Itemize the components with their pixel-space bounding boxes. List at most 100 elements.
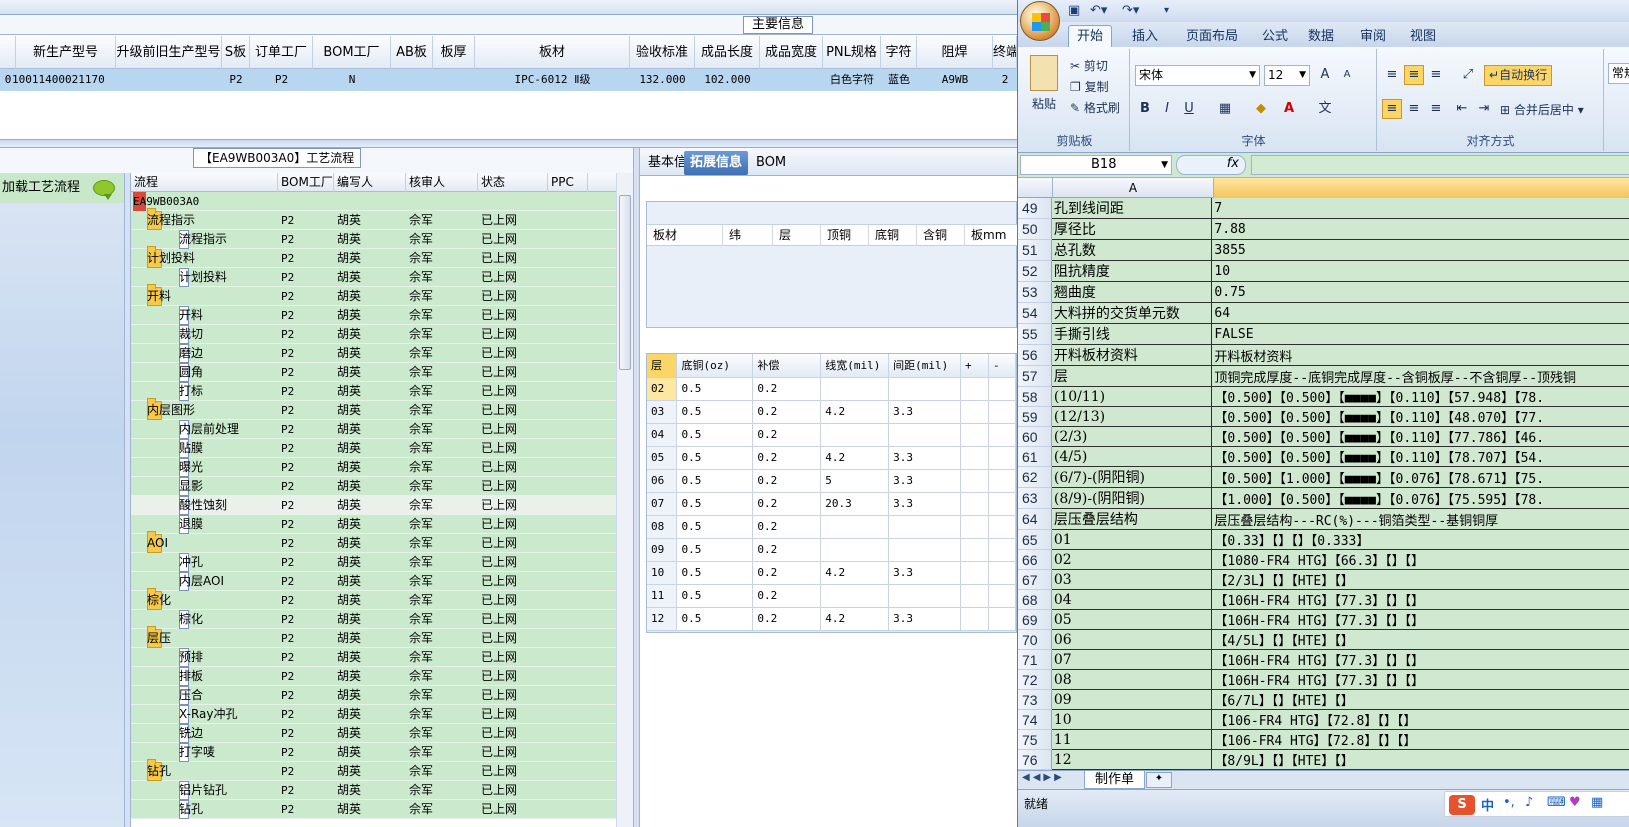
layer-col-header[interactable]: + xyxy=(960,354,989,378)
material-col-header[interactable]: 底铜 xyxy=(869,225,917,246)
row-number[interactable]: 57 xyxy=(1018,365,1052,387)
row-number[interactable]: 62 xyxy=(1018,466,1052,488)
layer-cell[interactable] xyxy=(988,423,1017,447)
tree-item-row[interactable]: 内层前处理 P2 胡英 佘军 已上网 xyxy=(131,420,616,439)
tree-group-row[interactable]: −内层图形P2胡英佘军已上网 xyxy=(131,398,616,420)
layer-cell[interactable]: 0.5 xyxy=(676,515,754,539)
material-col-header[interactable]: 纬 xyxy=(723,225,773,246)
border-icon[interactable]: ▦ xyxy=(1215,99,1235,119)
cell-b[interactable]: 0.75 xyxy=(1211,281,1629,303)
row-number[interactable]: 73 xyxy=(1018,689,1052,710)
fill-color-icon[interactable]: ◆ xyxy=(1251,99,1271,119)
layer-cell[interactable]: 10 xyxy=(647,561,678,585)
cell-b[interactable]: 【0.500】【0.500】【■■■■】【0.110】【48.070】【77. xyxy=(1211,406,1629,427)
cell-a[interactable]: 手撕引线 xyxy=(1051,323,1213,345)
layer-cell[interactable] xyxy=(820,584,890,608)
cell-a[interactable]: 总孔数 xyxy=(1051,239,1213,261)
layer-cell[interactable] xyxy=(888,423,962,447)
cell-a[interactable]: 层 xyxy=(1051,365,1213,387)
cell-a[interactable]: 04 xyxy=(1051,589,1213,610)
layer-cell[interactable]: 0.5 xyxy=(676,377,754,401)
main-col-header[interactable]: 字符 xyxy=(881,36,917,69)
merge-center-button[interactable]: ⊞ 合并后居中 ▾ xyxy=(1500,101,1584,118)
cell-b[interactable]: 【106-FR4 HTG】【72.8】【】【】 xyxy=(1211,709,1629,730)
cell-a[interactable]: (4/5) xyxy=(1051,446,1213,467)
align-middle-icon[interactable]: ≡ xyxy=(1404,65,1424,85)
align-center-icon[interactable]: ≡ xyxy=(1404,99,1424,119)
align-top-icon[interactable]: ≡ xyxy=(1382,65,1402,85)
row-number[interactable]: 67 xyxy=(1018,569,1052,590)
layer-row[interactable]: 09 0.5 0.2 xyxy=(647,538,1017,562)
scrollbar-thumb[interactable] xyxy=(619,195,631,370)
cell-b[interactable]: 【4/5L】【】【HTE】【】 xyxy=(1211,629,1629,650)
italic-icon[interactable]: I xyxy=(1157,99,1177,119)
layer-cell[interactable]: 03 xyxy=(647,400,678,424)
quick-access-menu-icon[interactable]: ▾ xyxy=(1164,5,1169,16)
main-row-cell[interactable]: 132.000 xyxy=(630,69,695,91)
cell-b[interactable]: 【0.500】【1.000】【■■■■】【0.076】【78.671】【75. xyxy=(1211,466,1629,488)
layer-cell[interactable] xyxy=(988,400,1017,424)
ribbon-tab[interactable]: 审阅 xyxy=(1352,26,1394,47)
orientation-icon[interactable]: ⤢ xyxy=(1458,65,1478,85)
main-row-cell[interactable]: 10011400021170 xyxy=(12,69,122,91)
layer-cell[interactable]: 4.2 xyxy=(820,400,890,424)
layer-cell[interactable]: 3.3 xyxy=(888,492,962,516)
row-number[interactable]: 64 xyxy=(1018,508,1052,530)
main-col-header-blank[interactable] xyxy=(0,36,16,69)
horizontal-splitter[interactable] xyxy=(0,139,1017,148)
layer-row[interactable]: 12 0.5 0.2 4.2 3.3 xyxy=(647,607,1017,631)
row-number[interactable]: 66 xyxy=(1018,549,1052,570)
punctuation-icon[interactable]: •, xyxy=(1503,795,1515,810)
tree-item-row[interactable]: 开料 P2 胡英 佘军 已上网 xyxy=(131,306,616,325)
ribbon-tab[interactable]: 数据 xyxy=(1300,26,1342,47)
cell-a[interactable]: (12/13) xyxy=(1051,406,1213,427)
layer-col-header[interactable]: 底铜(oz) xyxy=(676,354,754,378)
layer-cell[interactable]: 05 xyxy=(647,446,678,470)
main-col-header[interactable]: PNL规格 xyxy=(823,36,881,69)
tree-item-row[interactable]: 酸性蚀刻 P2 胡英 佘军 已上网 xyxy=(131,496,616,515)
cell-a[interactable]: 11 xyxy=(1051,729,1213,750)
main-row-cell[interactable]: 白色字符 xyxy=(823,69,881,91)
tab-bom[interactable]: BOM xyxy=(750,151,792,175)
tree-col-header[interactable]: BOM工厂 xyxy=(278,173,334,192)
row-number[interactable]: 61 xyxy=(1018,446,1052,467)
cell-b[interactable]: FALSE xyxy=(1211,323,1629,345)
layer-row[interactable]: 11 0.5 0.2 xyxy=(647,584,1017,608)
increase-indent-icon[interactable]: ⇥ xyxy=(1474,99,1494,119)
tree-item-row[interactable]: 钻孔 P2 胡英 佘军 已上网 xyxy=(131,800,616,819)
layer-row[interactable]: 04 0.5 0.2 xyxy=(647,423,1017,447)
tree-item-row[interactable]: 贴膜 P2 胡英 佘军 已上网 xyxy=(131,439,616,458)
layer-cell[interactable]: 0.5 xyxy=(676,492,754,516)
tree-item-row[interactable]: 预排 P2 胡英 佘军 已上网 xyxy=(131,648,616,667)
paste-icon[interactable] xyxy=(1030,55,1058,91)
cell-b[interactable]: 【106H-FR4 HTG】【77.3】【】【】 xyxy=(1211,609,1629,630)
column-header-b-selected[interactable] xyxy=(1214,178,1629,198)
tree-item-row[interactable]: 显影 P2 胡英 佘军 已上网 xyxy=(131,477,616,496)
tree-group-row[interactable]: −AOIP2胡英佘军已上网 xyxy=(131,531,616,553)
add-process-button[interactable]: 加载工艺流程 xyxy=(0,173,124,203)
phonetic-icon[interactable]: 文 xyxy=(1315,99,1335,119)
layer-cell[interactable] xyxy=(888,538,962,562)
layer-cell[interactable]: 0.2 xyxy=(752,400,822,424)
layer-cell[interactable]: 0.2 xyxy=(752,561,822,585)
layer-cell[interactable]: 20.3 xyxy=(820,492,890,516)
main-row-cell[interactable]: IPC-6012 Ⅱ级 xyxy=(475,69,630,91)
layer-cell[interactable] xyxy=(960,584,989,608)
cell-a[interactable]: 03 xyxy=(1051,569,1213,590)
number-format-dropdown[interactable]: 常规 xyxy=(1608,63,1629,84)
main-row-cell[interactable] xyxy=(760,69,823,91)
redo-icon[interactable]: ↷▾ xyxy=(1122,3,1139,18)
layer-cell[interactable]: 0.5 xyxy=(676,607,754,631)
tree-item-row[interactable]: 退膜 P2 胡英 佘军 已上网 xyxy=(131,515,616,534)
main-col-header[interactable]: 成品宽度 xyxy=(760,36,823,69)
tree-item-row[interactable]: 铝片钻孔 P2 胡英 佘军 已上网 xyxy=(131,781,616,800)
main-row-cell[interactable] xyxy=(433,69,475,91)
layer-cell[interactable]: 0.5 xyxy=(676,469,754,493)
tree-group-row[interactable]: −棕化P2胡英佘军已上网 xyxy=(131,588,616,610)
layer-cell[interactable]: 3.3 xyxy=(888,561,962,585)
layer-cell[interactable]: 07 xyxy=(647,492,678,516)
layer-cell[interactable] xyxy=(988,607,1017,631)
cell-a[interactable]: 厚径比 xyxy=(1051,218,1213,240)
tree-root-row[interactable]: −EA9WB003A0 xyxy=(131,192,616,211)
row-number[interactable]: 72 xyxy=(1018,669,1052,690)
